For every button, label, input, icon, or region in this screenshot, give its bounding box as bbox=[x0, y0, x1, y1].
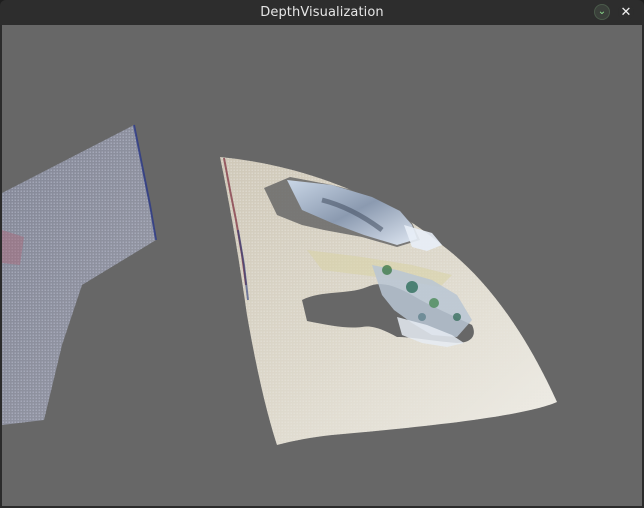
left-point-surface bbox=[2, 124, 157, 425]
minimize-button[interactable]: ⌄ bbox=[594, 4, 610, 20]
window-title: DepthVisualization bbox=[260, 5, 384, 20]
chevron-down-icon: ⌄ bbox=[597, 6, 607, 17]
point-cloud-canvas bbox=[2, 124, 557, 445]
title-bar[interactable]: DepthVisualization ⌄ ✕ bbox=[0, 0, 644, 25]
close-button[interactable]: ✕ bbox=[618, 4, 634, 20]
app-window: DepthVisualization ⌄ ✕ bbox=[0, 0, 644, 508]
main-point-surface bbox=[220, 157, 557, 445]
window-controls: ⌄ ✕ bbox=[594, 4, 634, 20]
point-cloud-viewport[interactable] bbox=[2, 25, 642, 506]
close-icon: ✕ bbox=[620, 4, 632, 20]
